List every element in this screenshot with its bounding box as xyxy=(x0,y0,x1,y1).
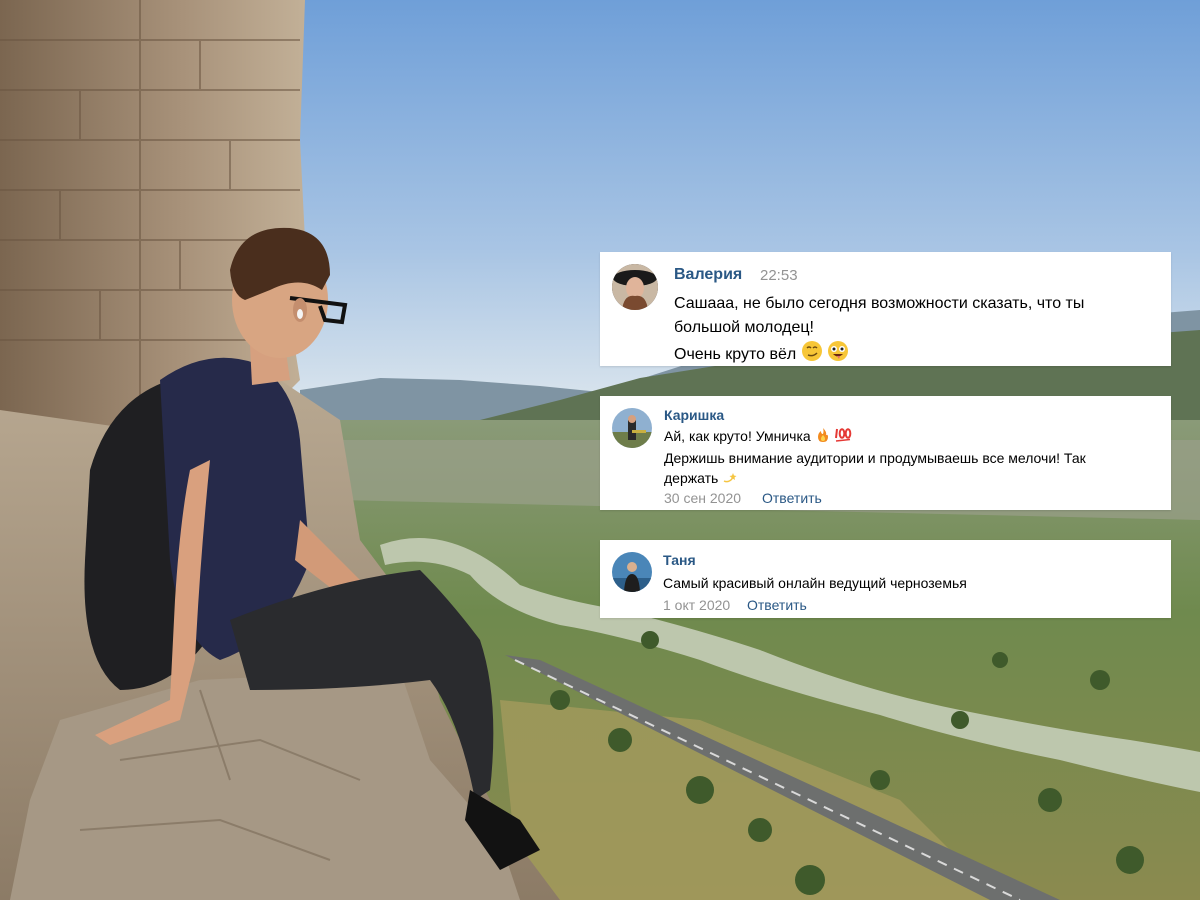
comment-date: 1 окт 2020 xyxy=(663,597,731,613)
comment-card-tanya: Таня Самый красивый онлайн ведущий черно… xyxy=(600,540,1171,618)
avatar-photo-icon xyxy=(612,408,652,448)
comment-author[interactable]: Валерия xyxy=(674,266,742,284)
smirk-face-icon xyxy=(801,340,823,370)
avatar[interactable] xyxy=(612,408,652,448)
comment-author[interactable]: Каришка xyxy=(664,407,724,423)
earbud xyxy=(297,309,303,319)
comment-text: Ай, как круто! Умничка Держишь внимание … xyxy=(664,426,1164,490)
avatar-photo-icon xyxy=(612,264,658,310)
comment-date: 30 сен 2020 xyxy=(664,490,742,506)
comment-card-karishka: Каришка Ай, как круто! Умничка Держишь в… xyxy=(600,396,1171,510)
zany-face-icon xyxy=(827,340,849,370)
comment-line: Сашааа, не было сегодня возможности сказ… xyxy=(674,295,1085,312)
comment-card-valeria: Валерия 22:53 Сашааа, не было сегодня во… xyxy=(600,252,1171,366)
comment-line-with-emoji: Ай, как круто! Умничка xyxy=(664,426,1164,448)
comment-line: Самый красивый онлайн ведущий черноземья xyxy=(663,575,967,591)
fire-icon xyxy=(815,427,831,448)
reply-button[interactable]: Ответить xyxy=(762,490,822,506)
comment-text: Сашааа, не было сегодня возможности сказ… xyxy=(674,292,1164,370)
comment-text: Самый красивый онлайн ведущий черноземья xyxy=(663,573,1163,593)
avatar[interactable] xyxy=(612,264,658,310)
reply-button[interactable]: Ответить xyxy=(747,597,807,613)
avatar-photo-icon xyxy=(612,552,652,592)
comment-line: Держишь внимание аудитории и продумываеш… xyxy=(664,449,1086,466)
hundred-points-icon xyxy=(834,427,852,448)
comment-line: большой молодец! xyxy=(674,319,814,336)
comment-line-with-emoji: держать xyxy=(664,468,1164,490)
comment-line-with-emoji: Очень круто вёл xyxy=(674,340,1164,370)
comment-author[interactable]: Таня xyxy=(663,552,696,568)
dizzy-icon xyxy=(722,469,738,490)
comment-time: 22:53 xyxy=(760,267,798,284)
avatar[interactable] xyxy=(612,552,652,592)
